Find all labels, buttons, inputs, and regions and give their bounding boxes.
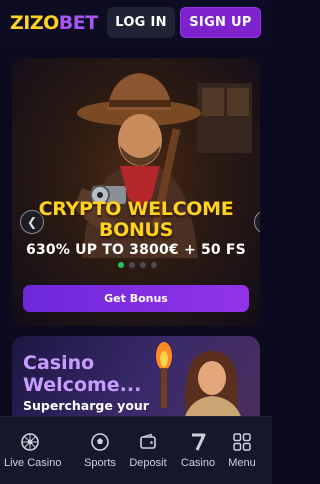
banner-headline-line1: CRYPTO WELCOME: [38, 198, 234, 220]
nav-sports[interactable]: Sports: [74, 417, 126, 484]
signup-button[interactable]: SIGN UP: [180, 7, 261, 38]
banner-headline: CRYPTO WELCOME BONUS: [12, 199, 260, 241]
carousel-dot-3[interactable]: [140, 262, 146, 268]
carousel-dot-2[interactable]: [129, 262, 135, 268]
zizobet-logo[interactable]: ZIZOBET: [10, 12, 98, 34]
banner-subline: 630% UP TO 3800€ + 50 FS: [26, 242, 246, 258]
carousel-dot-1[interactable]: [118, 262, 124, 268]
grid-icon: [233, 433, 251, 451]
banner-headline-line2: BONUS: [98, 219, 174, 241]
casino-card-subtitle: Supercharge your: [23, 398, 149, 413]
nav-menu-label: Menu: [228, 457, 256, 469]
nav-menu[interactable]: Menu: [216, 417, 268, 484]
nav-live-casino-label: Live Casino: [4, 457, 62, 469]
wallet-icon: [140, 433, 156, 449]
nav-sports-label: Sports: [84, 457, 116, 469]
carousel-dot-4[interactable]: [151, 262, 157, 268]
roulette-icon: [21, 433, 39, 451]
nav-deposit-label: Deposit: [129, 457, 167, 469]
carousel-dots: [118, 262, 157, 268]
casino-card-title-line2: Welcome...: [23, 374, 142, 396]
get-bonus-button[interactable]: Get Bonus: [23, 285, 249, 312]
soccer-ball-icon: [91, 433, 109, 451]
logo-text-bet: BET: [58, 12, 98, 34]
login-button[interactable]: LOG IN: [107, 7, 175, 38]
explorer-illustration: [156, 342, 244, 426]
casino-card-title: Casino Welcome...: [23, 352, 141, 396]
seven-icon: [192, 433, 206, 451]
bottom-nav: Live Casino Sports Deposit Casino Menu: [0, 416, 272, 484]
nav-deposit[interactable]: Deposit: [122, 417, 174, 484]
casino-card-title-line1: Casino: [23, 352, 95, 374]
top-header: ZIZOBET LOG IN SIGN UP: [0, 0, 272, 46]
casino-welcome-card[interactable]: Casino Welcome... Supercharge your: [12, 336, 260, 426]
logo-text-zizo: ZIZO: [10, 12, 59, 34]
nav-live-casino[interactable]: Live Casino: [4, 417, 62, 484]
